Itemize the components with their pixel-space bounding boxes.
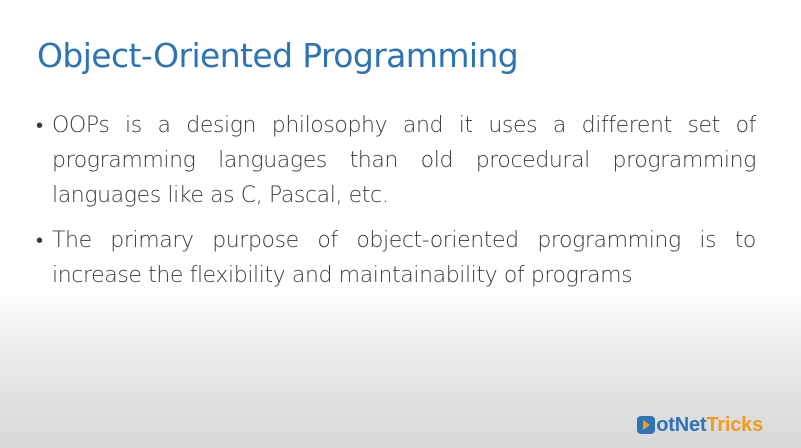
- bullet-item: • The primary purpose of object-oriented…: [36, 223, 756, 293]
- bullet-marker: •: [36, 113, 43, 137]
- logo-text-dotnet: otNet: [656, 413, 707, 436]
- bullet-text: The primary purpose of object-oriented p…: [52, 228, 756, 288]
- bullet-text: OOPs is a design philosophy and it uses …: [52, 113, 756, 208]
- bullet-item: • OOPs is a design philosophy and it use…: [36, 108, 756, 213]
- bullet-list: • OOPs is a design philosophy and it use…: [36, 108, 756, 303]
- bullet-marker: •: [36, 228, 43, 252]
- logo-text-tricks: Tricks: [706, 413, 763, 436]
- play-d-icon: [637, 416, 656, 434]
- slide-title: Object-Oriented Programming: [37, 36, 519, 75]
- dotnettricks-logo: otNet Tricks: [637, 414, 763, 436]
- slide: Object-Oriented Programming • OOPs is a …: [0, 0, 801, 448]
